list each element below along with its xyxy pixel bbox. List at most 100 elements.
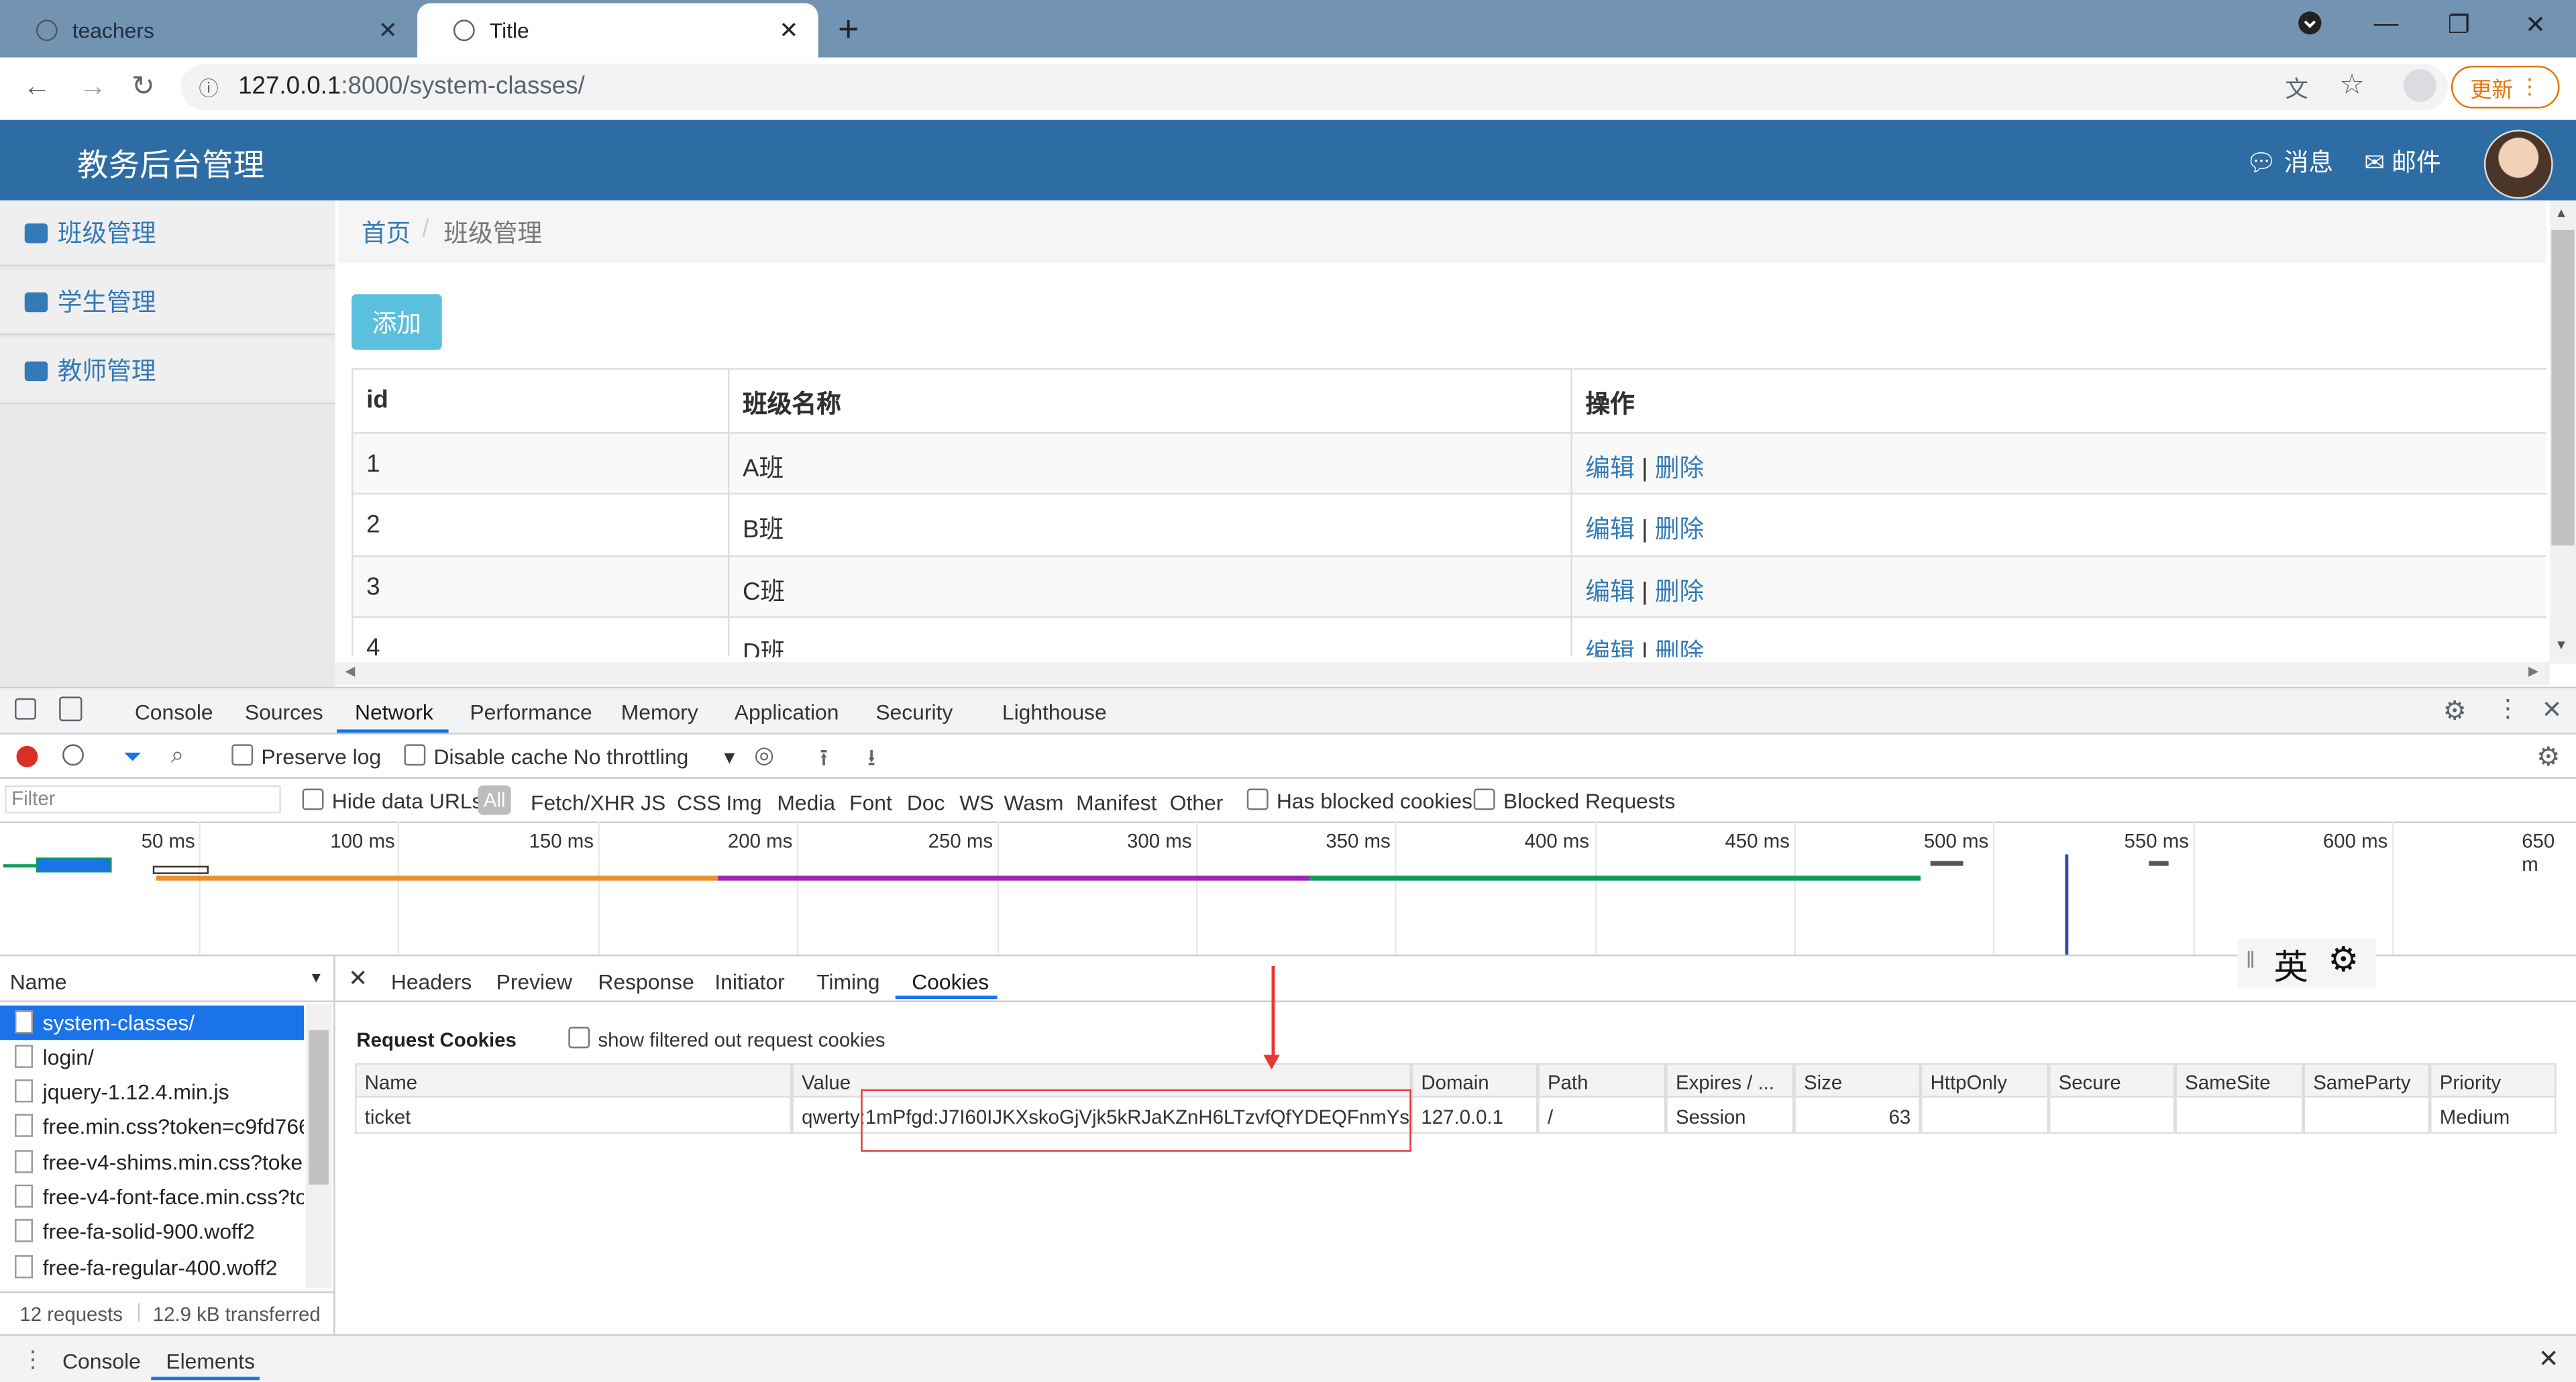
request-row[interactable]: jquery-1.12.4.min.js <box>0 1075 304 1109</box>
add-button[interactable]: 添加 <box>352 294 442 350</box>
request-row[interactable]: free.min.css?token=c9fd766a2 <box>0 1109 304 1143</box>
devtools-tab-security[interactable]: Security <box>875 700 953 725</box>
request-row[interactable]: free-v4-font-face.min.css?toke <box>0 1179 304 1214</box>
filter-type-js[interactable]: JS <box>641 790 665 815</box>
detail-tab-response[interactable]: Response <box>598 969 694 994</box>
cookie-httponly[interactable] <box>1920 1097 2049 1134</box>
clear-icon[interactable] <box>62 744 84 766</box>
detail-tab-preview[interactable]: Preview <box>496 969 572 994</box>
filter-type-manifest[interactable]: Manifest <box>1076 790 1157 815</box>
delete-link[interactable]: 删除 <box>1655 516 1705 544</box>
cookie-sameparty[interactable] <box>2303 1097 2430 1134</box>
request-list-scrollbar-thumb[interactable] <box>309 1030 329 1185</box>
drawer-menu-icon[interactable]: ⋮ <box>21 1346 44 1374</box>
new-tab-icon[interactable]: + <box>838 8 859 51</box>
filter-type-media[interactable]: Media <box>777 790 835 815</box>
ime-settings-icon[interactable]: ⚙ <box>2328 940 2359 981</box>
preserve-log-checkbox[interactable]: Preserve log <box>231 744 381 769</box>
detail-tab-cookies[interactable]: Cookies <box>912 969 989 994</box>
filter-type-font[interactable]: Font <box>849 790 892 815</box>
request-row[interactable]: free-fa-regular-400.woff2 <box>0 1251 304 1285</box>
devtools-tab-memory[interactable]: Memory <box>621 700 698 725</box>
tab-search-icon[interactable] <box>2297 10 2323 43</box>
restore-icon[interactable]: ❐ <box>2448 10 2470 40</box>
filter-type-img[interactable]: Img <box>726 790 761 815</box>
cookie-expires[interactable]: Session <box>1666 1097 1794 1134</box>
device-toolbar-icon[interactable] <box>59 696 83 722</box>
edit-link[interactable]: 编辑 <box>1585 639 1635 657</box>
devtools-tab-network[interactable]: Network <box>355 700 433 725</box>
detail-tab-headers[interactable]: Headers <box>391 969 472 994</box>
cookie-col-samesite[interactable]: SameSite <box>2175 1063 2304 1098</box>
cookie-col-priority[interactable]: Priority <box>2430 1063 2557 1098</box>
cookie-col-httponly[interactable]: HttpOnly <box>1920 1063 2049 1098</box>
cookie-col-domain[interactable]: Domain <box>1411 1063 1538 1098</box>
filter-type-fetch[interactable]: Fetch/XHR <box>531 790 635 815</box>
url-text[interactable]: 127.0.0.1:8000/system-classes/ <box>238 72 585 101</box>
blocked-requests-checkbox[interactable]: Blocked Requests <box>1473 788 1675 813</box>
network-settings-icon[interactable]: ⚙ <box>2536 741 2560 774</box>
translate-icon[interactable]: 文 <box>2286 72 2308 105</box>
detail-tab-initiator[interactable]: Initiator <box>714 969 784 994</box>
cookie-priority[interactable]: Medium <box>2430 1097 2557 1134</box>
settings-gear-icon[interactable]: ⚙ <box>2443 695 2467 728</box>
filter-icon[interactable]: ⏷ <box>123 743 142 771</box>
more-options-icon[interactable]: ⋮ <box>2496 693 2520 723</box>
import-har-icon[interactable]: ⭱ <box>820 741 828 780</box>
messages-link[interactable]: 💬︎ 消息 <box>2246 145 2333 179</box>
drawer-tab-console[interactable]: Console <box>62 1349 141 1374</box>
scroll-right-icon[interactable]: ▶ <box>2528 663 2538 678</box>
has-blocked-cookies-checkbox[interactable]: Has blocked cookies <box>1246 788 1472 813</box>
scroll-left-icon[interactable]: ◀ <box>345 663 355 678</box>
cookie-samesite[interactable] <box>2175 1097 2304 1134</box>
cookie-name[interactable]: ticket <box>354 1097 792 1134</box>
filter-type-wasm[interactable]: Wasm <box>1004 790 1063 815</box>
drawer-tab-elements[interactable]: Elements <box>166 1349 255 1374</box>
browser-tab-title[interactable]: Title ✕ <box>417 3 818 58</box>
cookie-col-size[interactable]: Size <box>1794 1063 1921 1098</box>
minimize-icon[interactable]: — <box>2374 10 2399 38</box>
hide-data-urls-checkbox[interactable]: Hide data URLs <box>302 788 482 813</box>
filter-type-css[interactable]: CSS <box>677 790 720 815</box>
back-icon[interactable]: ← <box>23 70 51 103</box>
cookie-col-name[interactable]: Name <box>354 1063 792 1098</box>
throttling-select[interactable]: No throttling ▾ <box>574 744 735 770</box>
detail-tab-timing[interactable]: Timing <box>816 969 879 994</box>
disable-cache-checkbox[interactable]: Disable cache <box>404 744 568 769</box>
edit-link[interactable]: 编辑 <box>1585 578 1635 606</box>
devtools-tab-lighthouse[interactable]: Lighthouse <box>1002 700 1107 725</box>
close-drawer-icon[interactable]: ✕ <box>2538 1344 2559 1374</box>
ime-toolbar[interactable]: ‖ 英 ⚙ <box>2237 938 2376 988</box>
request-row[interactable]: free-fa-solid-900.woff2 <box>0 1214 304 1248</box>
bookmark-star-icon[interactable]: ☆ <box>2339 69 2364 102</box>
mail-link[interactable]: ✉ 邮件 <box>2364 145 2441 179</box>
cookie-domain[interactable]: 127.0.0.1 <box>1411 1097 1538 1134</box>
cookie-col-secure[interactable]: Secure <box>2048 1063 2176 1098</box>
devtools-tab-performance[interactable]: Performance <box>470 700 592 725</box>
name-column-header[interactable]: Name ▼ <box>0 961 334 1002</box>
page-scrollbar-thumb[interactable] <box>2551 229 2575 546</box>
devtools-tab-sources[interactable]: Sources <box>245 700 323 725</box>
edit-link[interactable]: 编辑 <box>1585 516 1635 544</box>
cookie-col-sameparty[interactable]: SameParty <box>2303 1063 2430 1098</box>
profile-icon[interactable] <box>2403 68 2436 102</box>
cookie-path[interactable]: / <box>1538 1097 1666 1134</box>
filter-type-other[interactable]: Other <box>1170 790 1224 815</box>
filter-input[interactable]: Filter <box>5 785 281 814</box>
record-icon[interactable] <box>16 745 38 767</box>
cookie-secure[interactable] <box>2048 1097 2176 1134</box>
filter-type-doc[interactable]: Doc <box>907 790 945 815</box>
delete-link[interactable]: 删除 <box>1655 578 1705 606</box>
delete-link[interactable]: 删除 <box>1655 455 1705 483</box>
cookie-size[interactable]: 63 <box>1794 1097 1921 1134</box>
cookie-col-path[interactable]: Path <box>1538 1063 1666 1098</box>
scroll-down-icon[interactable]: ▼ <box>2555 637 2567 652</box>
request-row[interactable]: free-v4-shims.min.css?token= <box>0 1145 304 1179</box>
show-filtered-cookies-checkbox[interactable]: show filtered out request cookies <box>568 1026 885 1051</box>
close-icon[interactable]: ✕ <box>378 16 398 44</box>
update-button[interactable]: 更新 ⋮ <box>2451 65 2560 109</box>
devtools-tab-console[interactable]: Console <box>135 700 213 725</box>
cookie-col-expires[interactable]: Expires / ... <box>1666 1063 1794 1098</box>
scroll-up-icon[interactable]: ▲ <box>2555 205 2567 220</box>
request-row[interactable]: login/ <box>0 1040 304 1074</box>
